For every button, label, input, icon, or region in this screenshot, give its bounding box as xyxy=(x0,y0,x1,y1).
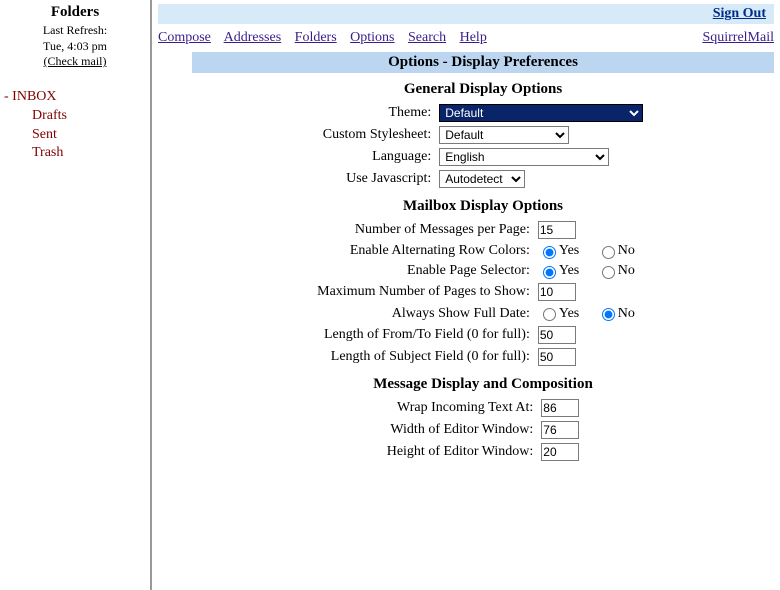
ed-w-input[interactable] xyxy=(541,421,579,439)
label-language: Language: xyxy=(319,146,436,168)
folder-drafts[interactable]: Drafts xyxy=(24,107,144,126)
alt-colors-yes-radio[interactable] xyxy=(543,246,556,259)
label-ed-w: Width of Editor Window: xyxy=(383,419,538,441)
section-general: General Display Options xyxy=(192,81,774,98)
label-num-msgs: Number of Messages per Page: xyxy=(313,219,534,241)
page-sel-yes[interactable]: Yes xyxy=(538,263,579,278)
check-mail-link[interactable]: (Check mail) xyxy=(6,54,144,70)
full-date-yes[interactable]: Yes xyxy=(538,306,579,321)
max-pages-input[interactable] xyxy=(538,283,576,301)
banner-bar: Sign Out xyxy=(158,4,774,24)
label-alt-colors: Enable Alternating Row Colors: xyxy=(313,241,534,261)
last-refresh-time: Tue, 4:03 pm xyxy=(6,39,144,55)
full-date-yes-radio[interactable] xyxy=(543,308,556,321)
nav-folders[interactable]: Folders xyxy=(295,30,337,45)
alt-colors-no[interactable]: No xyxy=(597,243,635,258)
section-msg: Message Display and Composition xyxy=(192,376,774,393)
page-sel-yes-radio[interactable] xyxy=(543,266,556,279)
nav-links: Compose Addresses Folders Options Search… xyxy=(158,30,497,46)
label-usejs: Use Javascript: xyxy=(319,168,436,190)
wrap-input[interactable] xyxy=(541,399,579,417)
alt-colors-yes[interactable]: Yes xyxy=(538,243,579,258)
label-ed-h: Height of Editor Window: xyxy=(383,441,538,463)
num-msgs-input[interactable] xyxy=(538,221,576,239)
usejs-select[interactable]: Autodetect xyxy=(439,170,525,188)
last-refresh-label: Last Refresh: xyxy=(6,23,144,39)
page-title: Options - Display Preferences xyxy=(192,52,774,73)
ed-h-input[interactable] xyxy=(541,443,579,461)
stylesheet-select[interactable]: Default xyxy=(439,126,569,144)
folders-heading: Folders xyxy=(6,4,144,21)
label-theme: Theme: xyxy=(319,102,436,124)
sidebar: Folders Last Refresh: Tue, 4:03 pm (Chec… xyxy=(0,0,152,590)
folder-trash[interactable]: Trash xyxy=(24,144,144,163)
sign-out-link[interactable]: Sign Out xyxy=(713,6,766,21)
nav-search[interactable]: Search xyxy=(408,30,446,45)
label-wrap: Wrap Incoming Text At: xyxy=(383,397,538,419)
nav-compose[interactable]: Compose xyxy=(158,30,211,45)
label-len-from: Length of From/To Field (0 for full): xyxy=(313,324,534,346)
nav-addresses[interactable]: Addresses xyxy=(224,30,282,45)
folder-sent[interactable]: Sent xyxy=(24,126,144,145)
alt-colors-no-radio[interactable] xyxy=(602,246,615,259)
full-date-no-radio[interactable] xyxy=(602,308,615,321)
label-full-date: Always Show Full Date: xyxy=(313,303,534,323)
label-len-subj: Length of Subject Field (0 for full): xyxy=(313,346,534,368)
folder-inbox[interactable]: INBOX xyxy=(6,88,144,107)
folder-list: INBOX Drafts Sent Trash xyxy=(6,88,144,164)
full-date-no[interactable]: No xyxy=(597,306,635,321)
len-subj-input[interactable] xyxy=(538,348,576,366)
nav-options[interactable]: Options xyxy=(350,30,394,45)
label-page-sel: Enable Page Selector: xyxy=(313,261,534,281)
language-select[interactable]: English xyxy=(439,148,609,166)
label-max-pages: Maximum Number of Pages to Show: xyxy=(313,281,534,303)
page-sel-no[interactable]: No xyxy=(597,263,635,278)
brand-link[interactable]: SquirrelMail xyxy=(702,30,774,45)
nav-help[interactable]: Help xyxy=(460,30,487,45)
theme-select[interactable]: Default xyxy=(439,104,643,122)
section-mailbox: Mailbox Display Options xyxy=(192,198,774,215)
len-from-input[interactable] xyxy=(538,326,576,344)
label-stylesheet: Custom Stylesheet: xyxy=(319,124,436,146)
main-panel: Sign Out Compose Addresses Folders Optio… xyxy=(152,0,780,590)
page-sel-no-radio[interactable] xyxy=(602,266,615,279)
